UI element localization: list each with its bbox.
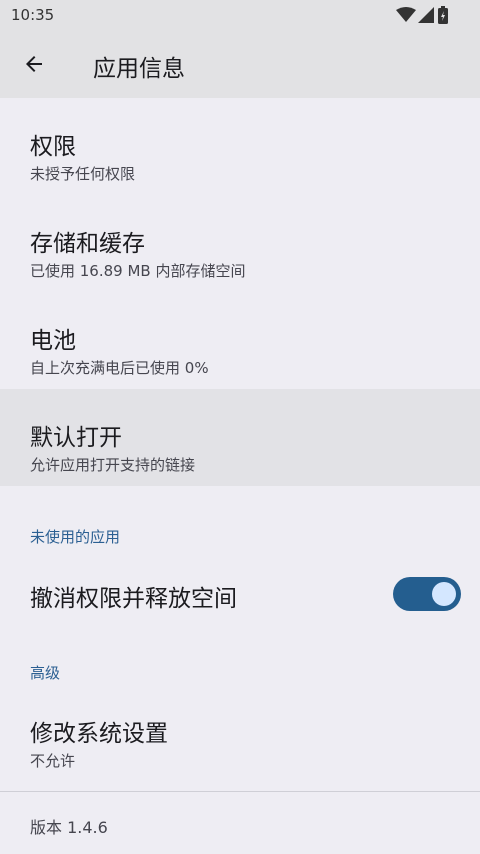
open-by-default-subtitle: 允许应用打开支持的链接 — [30, 456, 196, 474]
arrow-back-icon — [26, 56, 42, 72]
cell-signal-icon — [418, 7, 434, 23]
battery-subtitle: 自上次充满电后已使用 0% — [30, 359, 209, 377]
status-bar: 10:35 — [0, 0, 480, 30]
advanced-header: 高级 — [30, 664, 61, 682]
permissions-item[interactable]: 权限 未授予任何权限 — [0, 98, 480, 195]
version-text: 版本 1.4.6 — [30, 818, 108, 837]
page-title: 应用信息 — [93, 56, 185, 82]
app-bar: 应用信息 — [0, 30, 480, 98]
permissions-subtitle: 未授予任何权限 — [30, 165, 136, 183]
storage-cache-subtitle: 已使用 16.89 MB 内部存储空间 — [30, 262, 246, 280]
divider — [0, 791, 480, 792]
settings-list: 权限 未授予任何权限 存储和缓存 已使用 16.89 MB 内部存储空间 电池 … — [0, 98, 480, 486]
revoke-permissions-label: 撤消权限并释放空间 — [30, 586, 237, 612]
modify-system-settings-title: 修改系统设置 — [30, 721, 168, 747]
storage-cache-title: 存储和缓存 — [30, 231, 145, 257]
switch-knob — [432, 582, 456, 606]
open-by-default-item[interactable]: 默认打开 允许应用打开支持的链接 — [0, 389, 480, 486]
storage-cache-item[interactable]: 存储和缓存 已使用 16.89 MB 内部存储空间 — [0, 195, 480, 292]
permissions-title: 权限 — [30, 134, 76, 160]
status-icons — [396, 6, 450, 24]
battery-title: 电池 — [30, 328, 76, 354]
battery-icon — [438, 6, 448, 24]
revoke-permissions-row[interactable]: 撤消权限并释放空间 — [0, 567, 480, 627]
unused-apps-header: 未使用的应用 — [30, 528, 121, 546]
status-time: 10:35 — [11, 6, 55, 24]
wifi-icon — [396, 7, 416, 22]
open-by-default-title: 默认打开 — [30, 425, 122, 451]
revoke-permissions-switch[interactable] — [393, 577, 461, 611]
battery-item[interactable]: 电池 自上次充满电后已使用 0% — [0, 292, 480, 389]
modify-system-settings-item[interactable]: 修改系统设置 不允许 — [0, 690, 480, 787]
back-button[interactable] — [14, 44, 54, 84]
modify-system-settings-subtitle: 不允许 — [30, 752, 76, 770]
